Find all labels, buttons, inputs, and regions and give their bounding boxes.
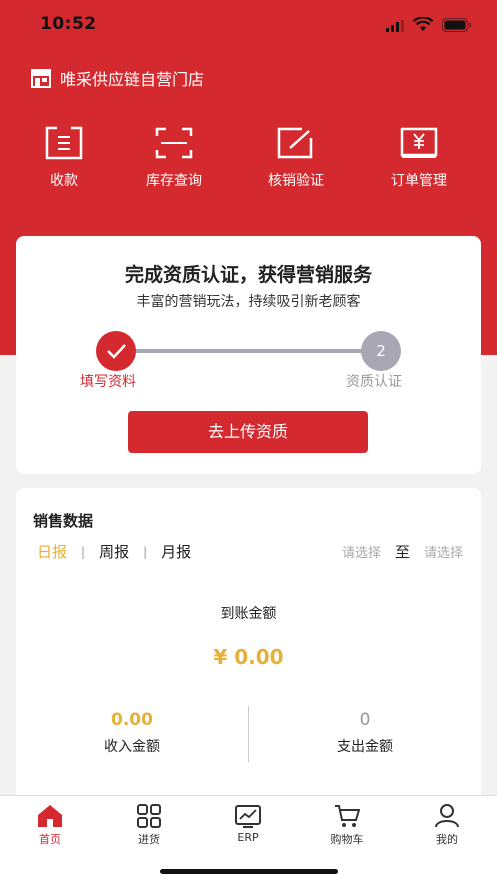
tab-label: ERP <box>237 831 259 844</box>
store-name: 唯采供应链自营门店 <box>60 70 205 89</box>
certification-subtitle: 丰富的营销玩法，持续吸引新老顾客 <box>136 294 361 310</box>
tab-label: 进货 <box>138 833 160 846</box>
edit-icon <box>277 127 313 159</box>
quick-action-label: 核销验证 <box>268 173 324 189</box>
tab-label: 首页 <box>39 833 61 846</box>
range-to-label: 至 <box>394 543 410 561</box>
step-1-label: 填写资料 <box>80 374 136 390</box>
tab-divider: | <box>143 544 148 559</box>
received-amount-label: 到账金额 <box>220 606 277 622</box>
step-2-indicator: 2 <box>361 331 401 371</box>
cellular-signal-icon <box>386 20 404 32</box>
quick-action-label: 订单管理 <box>391 173 447 189</box>
quick-action-orders[interactable]: 订单管理 <box>364 126 474 190</box>
user-icon <box>435 804 459 828</box>
tab-home[interactable]: 首页 <box>10 804 90 847</box>
tab-label: 我的 <box>436 833 458 846</box>
tab-me[interactable]: 我的 <box>407 804 487 847</box>
step-2-label: 资质认证 <box>346 374 402 390</box>
income-amount-value: 0.00 <box>111 710 153 730</box>
income-amount-label: 收入金额 <box>104 739 160 755</box>
tab-label: 购物车 <box>330 833 364 846</box>
tab-purchase[interactable]: 进货 <box>109 804 189 847</box>
certification-title: 完成资质认证，获得营销服务 <box>124 264 372 286</box>
receipt-icon <box>45 126 83 160</box>
start-date-picker[interactable]: 请选择 <box>342 542 381 561</box>
upload-qualification-button[interactable]: 去上传资质 <box>128 411 368 453</box>
quick-actions: 收款 库存查询 核销验证 订单管理 <box>0 126 497 196</box>
end-date-picker[interactable]: 请选择 <box>424 542 463 561</box>
scan-icon <box>155 127 193 159</box>
status-bar: 10:52 <box>0 14 497 38</box>
quick-action-collect[interactable]: 收款 <box>9 126 119 190</box>
quick-action-verify[interactable]: 核销验证 <box>241 126 351 190</box>
home-indicator <box>160 869 338 874</box>
tab-divider: | <box>81 544 86 559</box>
expense-amount-label: 支出金额 <box>337 739 393 755</box>
status-time: 10:52 <box>40 14 97 34</box>
tab-daily[interactable]: 日报 <box>37 541 67 562</box>
tab-weekly[interactable]: 周报 <box>99 541 129 562</box>
checkmark-icon <box>107 344 126 359</box>
quick-action-label: 收款 <box>50 173 78 189</box>
certification-card: 完成资质认证，获得营销服务 丰富的营销玩法，持续吸引新老顾客 2 填写资料 资质… <box>16 236 481 474</box>
tab-monthly[interactable]: 月报 <box>161 541 191 562</box>
quick-action-inventory[interactable]: 库存查询 <box>119 126 229 190</box>
store-header[interactable]: 唯采供应链自营门店 <box>30 66 204 90</box>
progress-line <box>131 349 376 353</box>
date-range: 请选择 至 请选择 <box>342 541 463 562</box>
step-1-indicator <box>96 331 136 371</box>
sales-title: 销售数据 <box>33 512 94 530</box>
tab-cart[interactable]: 购物车 <box>307 804 387 847</box>
wifi-icon <box>413 17 433 31</box>
yen-icon <box>400 127 438 158</box>
expense-amount-value: 0 <box>359 710 371 730</box>
quick-action-label: 库存查询 <box>146 173 202 189</box>
sales-card: 销售数据 日报 | 周报 | 月报 请选择 至 请选择 到账金额 ¥ 0.00 … <box>16 488 481 808</box>
grid-icon <box>137 804 161 828</box>
home-icon <box>38 805 62 827</box>
chart-icon <box>235 805 261 828</box>
cart-icon <box>335 805 360 827</box>
sales-period-tabs: 日报 | 周报 | 月报 <box>37 541 191 562</box>
received-amount-value: ¥ 0.00 <box>213 645 284 669</box>
store-icon <box>31 69 51 88</box>
battery-icon <box>442 18 471 32</box>
tab-erp[interactable]: ERP <box>208 804 288 844</box>
